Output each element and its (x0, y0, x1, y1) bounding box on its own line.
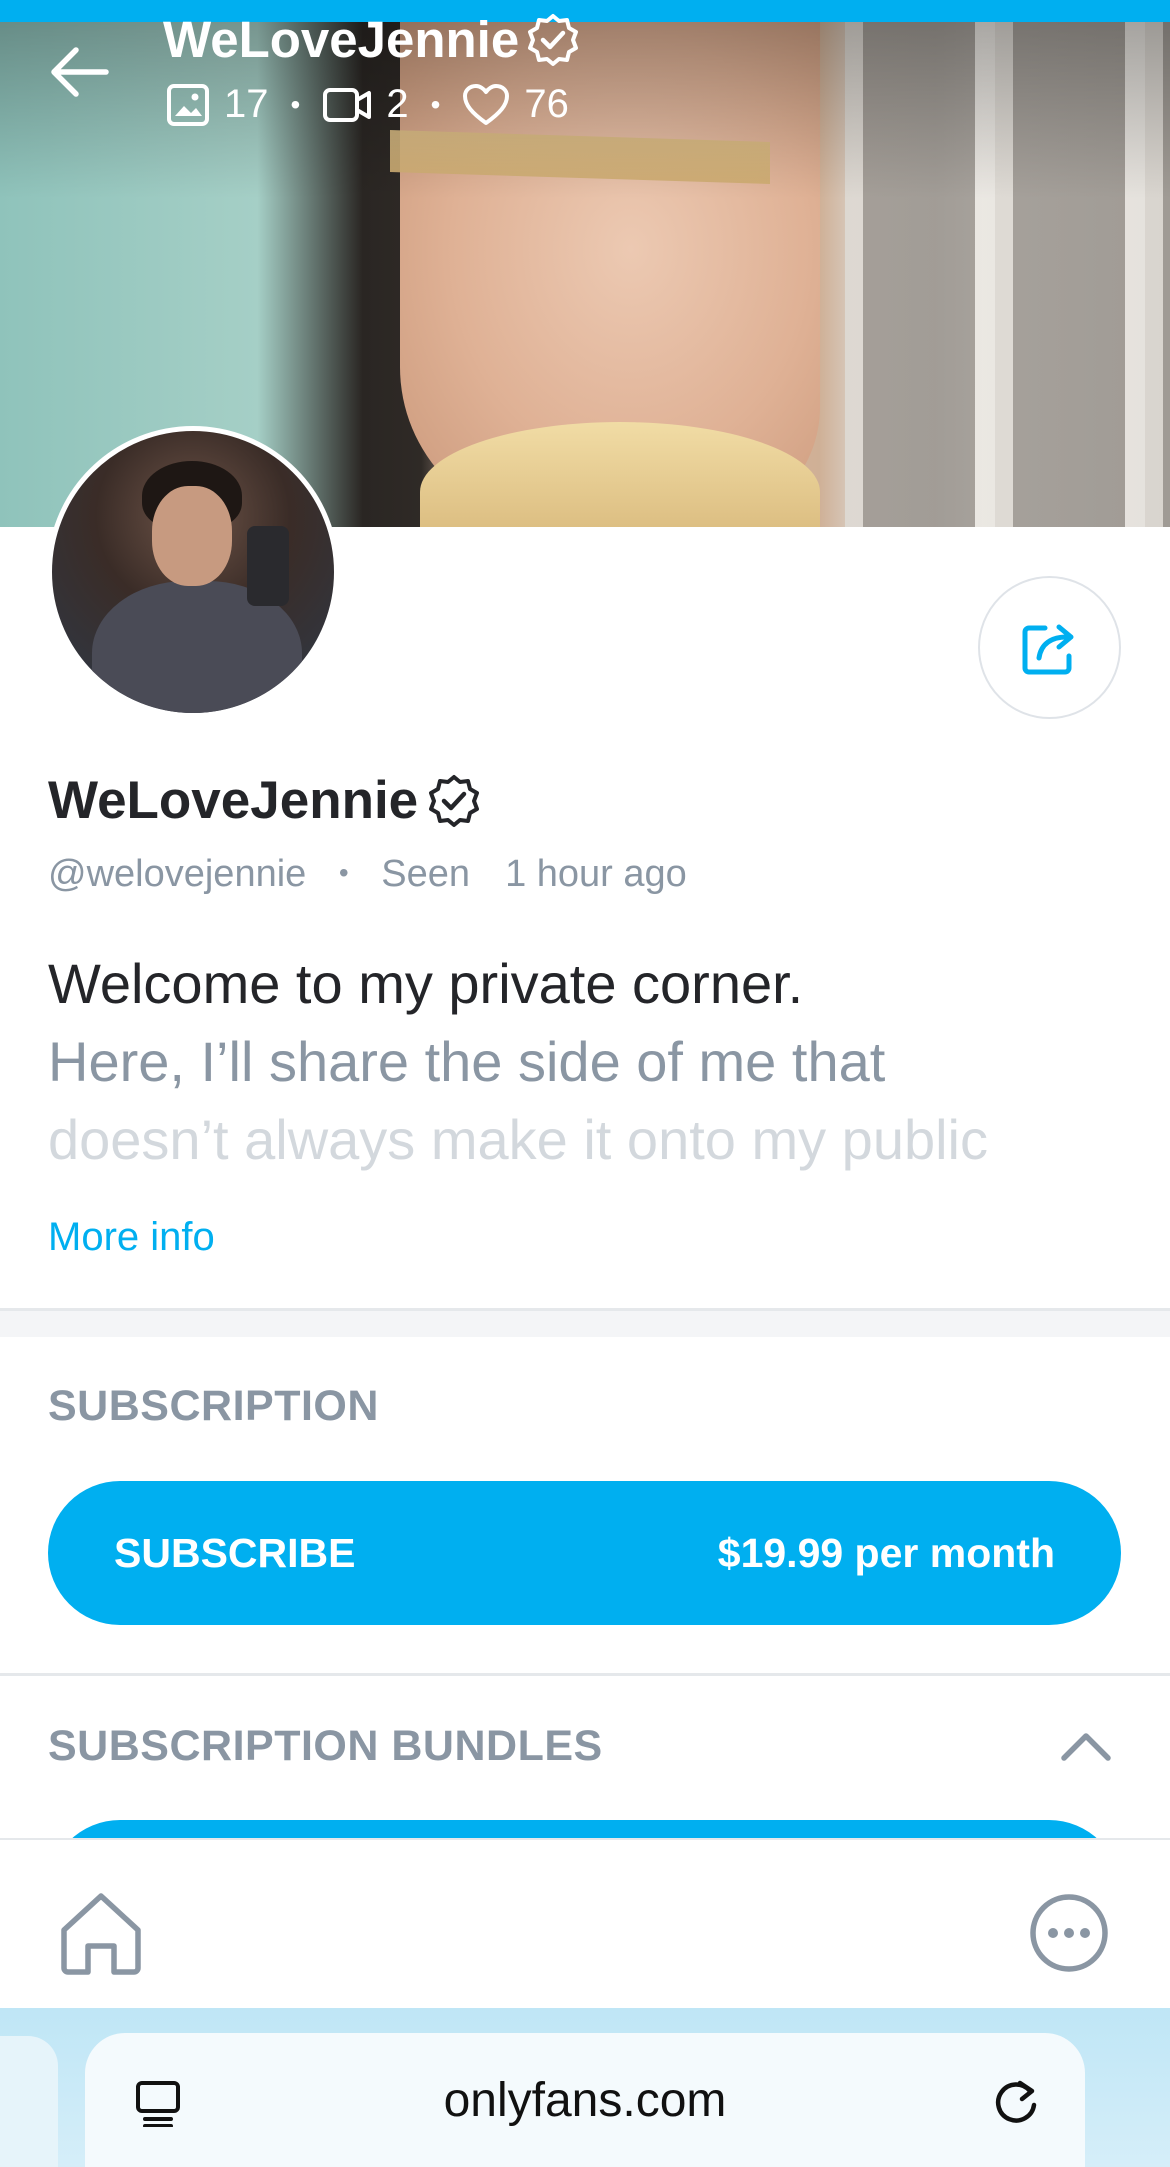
seen-time: 1 hour ago (505, 853, 687, 895)
video-count: 2 (386, 82, 409, 126)
verified-badge-icon (528, 13, 579, 66)
verified-badge-icon (429, 774, 480, 827)
profile-name: WeLoveJennie (48, 770, 482, 831)
subscribe-button[interactable]: SUBSCRIBE $19.99 per month (48, 1481, 1121, 1625)
profile-meta: @welovejennie • Seen 1 hour ago (48, 853, 687, 895)
previous-tab-edge[interactable] (0, 2036, 58, 2167)
share-icon (1022, 624, 1073, 674)
address-bar[interactable]: onlyfans.com (85, 2033, 1085, 2167)
back-arrow-icon[interactable] (46, 42, 116, 102)
profile-bio: Welcome to my private corner. Here, I’ll… (48, 945, 1128, 1179)
reload-icon[interactable] (990, 2077, 1042, 2129)
header-stats: 17 • 2 • 76 (166, 82, 569, 127)
header-title: WeLoveJennie (163, 10, 581, 69)
chevron-up-icon[interactable] (1056, 1722, 1116, 1772)
image-icon (167, 83, 209, 126)
browser-toolbar: onlyfans.com (0, 2008, 1170, 2167)
profile-handle[interactable]: @welovejennie (48, 853, 306, 895)
seen-label: Seen (381, 853, 470, 895)
like-count: 76 (524, 82, 569, 126)
home-icon[interactable] (56, 1888, 146, 1978)
section-gap (0, 1311, 1170, 1337)
share-button[interactable] (978, 576, 1121, 719)
divider (0, 1673, 1170, 1676)
subscribe-price: $19.99 per month (717, 1529, 1055, 1576)
bio-line-2: Here, I’ll share the side of me that (48, 1030, 886, 1093)
subscribe-label: SUBSCRIBE (114, 1529, 356, 1576)
avatar[interactable] (47, 426, 339, 718)
bio-line-3: doesn’t always make it onto my public (48, 1108, 988, 1171)
bottom-navigation (0, 1838, 1170, 2008)
bundles-section-title: SUBSCRIPTION BUNDLES (48, 1722, 603, 1770)
heart-icon (463, 83, 510, 125)
profile-name-text: WeLoveJennie (48, 771, 419, 830)
url-text: onlyfans.com (443, 2074, 727, 2127)
bio-line-1: Welcome to my private corner. (48, 952, 804, 1015)
more-info-link[interactable]: More info (48, 1215, 215, 1260)
more-options-icon[interactable] (1026, 1890, 1112, 1976)
header-name: WeLoveJennie (163, 11, 520, 68)
subscription-section-title: SUBSCRIPTION (48, 1382, 379, 1430)
photo-count: 17 (224, 82, 269, 126)
video-icon (323, 87, 372, 122)
